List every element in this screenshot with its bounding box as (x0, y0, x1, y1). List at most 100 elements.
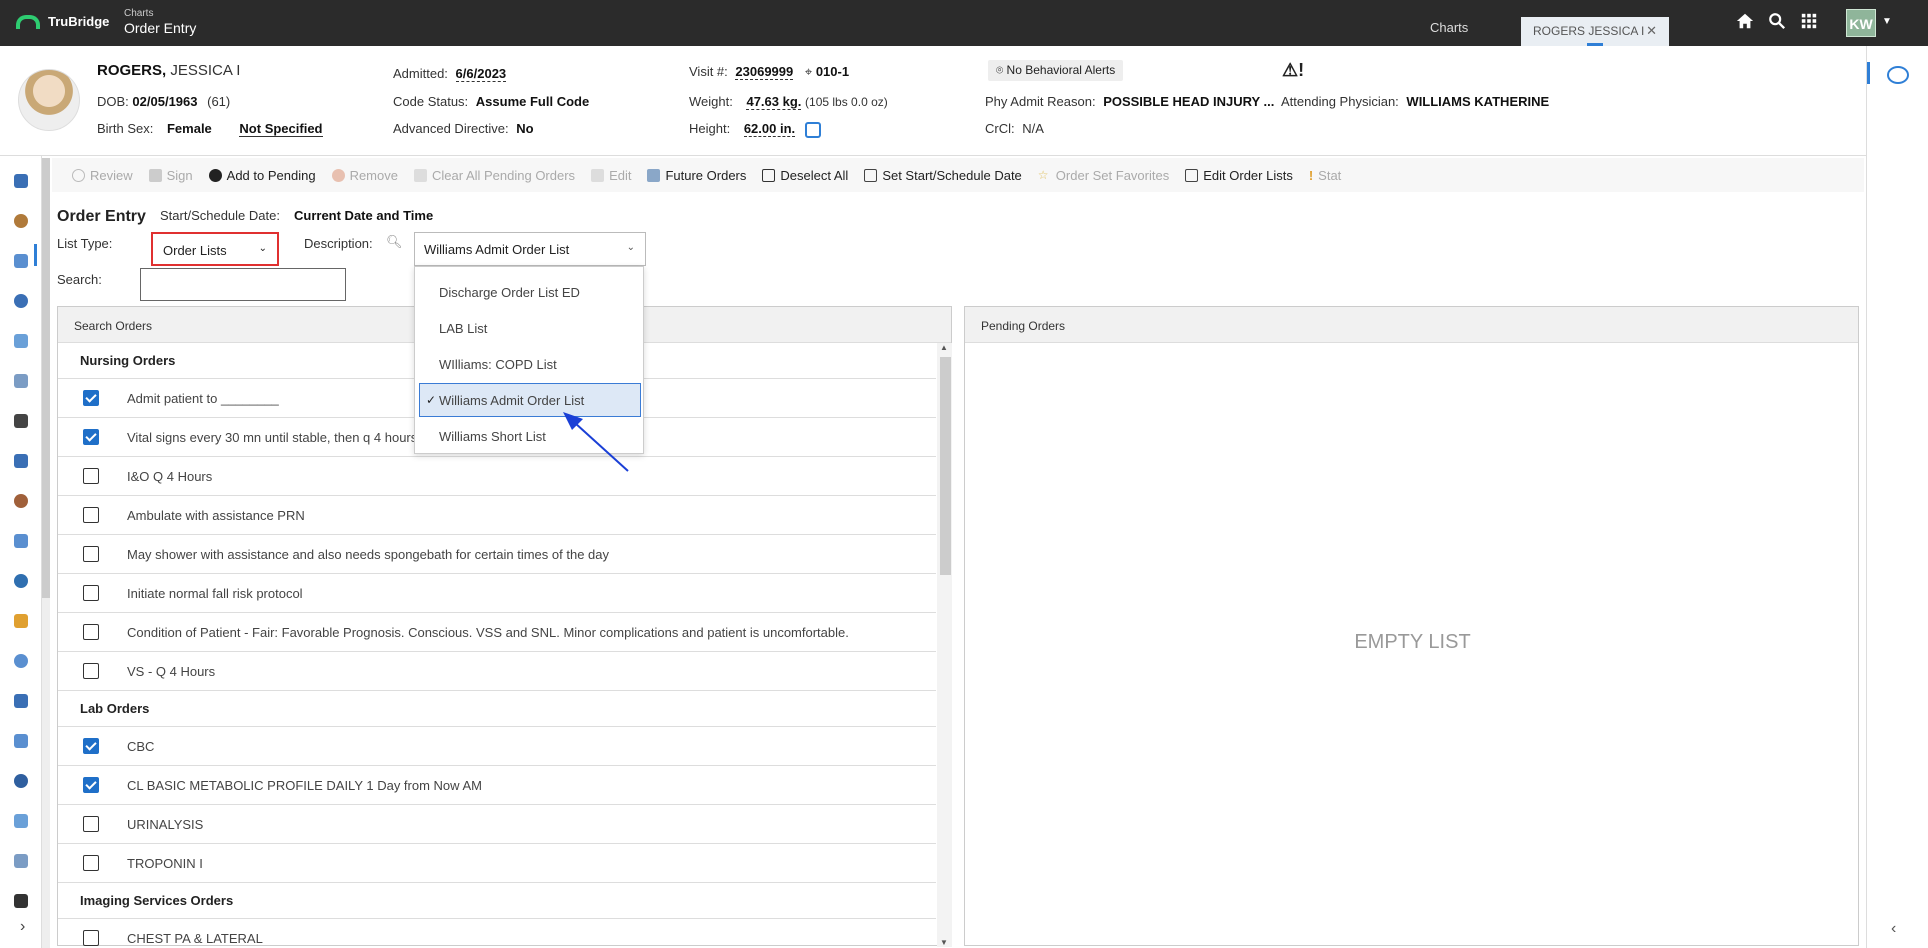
medications-icon[interactable] (14, 294, 28, 308)
collapse-rail-icon[interactable]: ‹ (1891, 920, 1896, 938)
orders-icon[interactable] (14, 254, 28, 268)
order-checkbox[interactable] (83, 468, 99, 484)
notes-icon[interactable] (14, 854, 28, 868)
order-row[interactable]: URINALYSIS (58, 805, 936, 844)
crcl-value: N/A (1022, 121, 1044, 136)
visit-number[interactable]: 23069999 (735, 64, 794, 80)
future-orders-button[interactable]: Future Orders (647, 168, 746, 183)
flask-icon[interactable] (14, 654, 28, 668)
transfer-icon[interactable] (14, 694, 28, 708)
database-icon[interactable] (14, 454, 28, 468)
description-select[interactable]: Williams Admit Order List ⌄ (414, 232, 646, 266)
device-icon[interactable] (14, 414, 28, 428)
order-checkbox[interactable] (83, 738, 99, 754)
scroll-up-icon[interactable]: ▲ (940, 343, 948, 352)
brand-logo[interactable]: TruBridge (16, 14, 109, 29)
order-checkbox[interactable] (83, 855, 99, 871)
breadcrumb-parent[interactable]: Charts (124, 8, 196, 19)
reports-icon[interactable] (14, 734, 28, 748)
order-text: Initiate normal fall risk protocol (127, 585, 303, 601)
order-row[interactable]: CL BASIC METABOLIC PROFILE DAILY 1 Day f… (58, 766, 936, 805)
order-checkbox[interactable] (83, 624, 99, 640)
order-row[interactable]: CBC (58, 727, 936, 766)
nav-scrollbar-thumb[interactable] (42, 158, 50, 598)
chart-summary-icon[interactable] (14, 174, 28, 188)
expand-nav-icon[interactable]: › (20, 918, 25, 936)
user-menu-caret-icon[interactable]: ▼ (1882, 16, 1892, 27)
settings-icon[interactable] (14, 774, 28, 788)
height-value[interactable]: 62.00 in. (743, 121, 796, 137)
edit-button[interactable]: Edit (591, 168, 631, 183)
order-checkbox[interactable] (83, 429, 99, 445)
scale-icon[interactable] (804, 121, 821, 138)
behavioral-alerts-badge[interactable]: ⌾ No Behavioral Alerts (988, 60, 1124, 81)
order-checkbox[interactable] (83, 816, 99, 832)
order-checkbox[interactable] (83, 390, 99, 406)
search-input[interactable] (140, 268, 346, 301)
weight-value[interactable]: 47.63 kg. (746, 94, 802, 110)
orders-scrollbar-thumb[interactable] (940, 357, 951, 575)
order-row[interactable]: I&O Q 4 Hours (58, 457, 936, 496)
user-avatar[interactable]: KW (1846, 9, 1876, 37)
description-search-icon[interactable]: 🔍︎ (386, 234, 403, 250)
misc-icon[interactable] (14, 894, 28, 908)
add-to-pending-button[interactable]: Add to Pending (208, 168, 316, 183)
dropdown-option-label: WIlliams: COPD List (439, 357, 557, 372)
search-icon[interactable] (1768, 12, 1786, 30)
allergy-warning-icon[interactable]: ⚠! (1282, 60, 1304, 81)
tab-patient-label: ROGERS JESSICA I (1533, 24, 1645, 38)
clinical-icon[interactable] (14, 214, 28, 228)
edit-order-lists-button[interactable]: Edit Order Lists (1185, 168, 1293, 183)
dropdown-option[interactable]: WIlliams: COPD List (415, 347, 645, 381)
order-row[interactable]: Initiate normal fall risk protocol (58, 574, 936, 613)
globe-icon[interactable] (14, 574, 28, 588)
results-icon[interactable] (14, 334, 28, 348)
future-orders-icon (647, 168, 661, 182)
history-icon[interactable] (14, 814, 28, 828)
order-set-favorites-button[interactable]: ☆ Order Set Favorites (1038, 168, 1169, 183)
order-checkbox[interactable] (83, 585, 99, 601)
set-start-date-button[interactable]: Set Start/Schedule Date (864, 168, 1022, 183)
care-plan-icon[interactable] (14, 534, 28, 548)
admit-reason-value[interactable]: POSSIBLE HEAD INJURY ... (1103, 94, 1274, 109)
order-checkbox[interactable] (83, 507, 99, 523)
apps-grid-icon[interactable] (1800, 12, 1818, 30)
dropdown-option[interactable]: LAB List (415, 311, 645, 345)
folder-icon[interactable] (14, 614, 28, 628)
sign-button[interactable]: Sign (148, 168, 193, 183)
list-type-select[interactable]: Order Lists ⌄ (151, 232, 279, 266)
order-row[interactable]: CHEST PA & LATERAL (58, 919, 936, 947)
dropdown-option[interactable]: Discharge Order List ED (415, 275, 645, 309)
chat-icon[interactable] (1887, 66, 1909, 84)
tab-charts[interactable]: Charts (1430, 20, 1468, 35)
remove-button[interactable]: Remove (331, 168, 398, 183)
gender-identity-link[interactable]: Not Specified (239, 121, 323, 137)
order-checkbox[interactable] (83, 663, 99, 679)
review-button[interactable]: Review (72, 168, 133, 183)
tab-patient[interactable]: ROGERS JESSICA I ✕ (1521, 17, 1669, 46)
visit-label: Visit #: (689, 64, 728, 79)
documents-icon[interactable] (14, 374, 28, 388)
deselect-all-button[interactable]: Deselect All (762, 168, 848, 183)
home-icon[interactable] (1736, 12, 1754, 30)
close-tab-icon[interactable]: ✕ (1646, 23, 1657, 39)
admitted-value[interactable]: 6/6/2023 (455, 66, 507, 82)
crcl-label: CrCl: (985, 121, 1015, 136)
star-icon: ☆ (1037, 167, 1049, 182)
scroll-down-icon[interactable]: ▼ (940, 938, 948, 947)
order-checkbox[interactable] (83, 930, 99, 946)
stat-button[interactable]: ! Stat (1309, 168, 1341, 183)
order-checkbox[interactable] (83, 777, 99, 793)
patient-name[interactable]: ROGERS, JESSICA I (97, 62, 240, 79)
person-icon[interactable] (14, 494, 28, 508)
order-row[interactable]: Ambulate with assistance PRN (58, 496, 936, 535)
order-row[interactable]: VS - Q 4 Hours (58, 652, 936, 691)
clear-pending-button[interactable]: Clear All Pending Orders (413, 168, 575, 183)
order-row[interactable]: Condition of Patient - Fair: Favorable P… (58, 613, 936, 652)
sex-value: Female (166, 121, 212, 136)
orders-scrollbar[interactable]: ▲ ▼ (937, 343, 952, 947)
order-row[interactable]: TROPONIN I (58, 844, 936, 883)
calendar-icon (864, 168, 878, 182)
order-row[interactable]: May shower with assistance and also need… (58, 535, 936, 574)
order-checkbox[interactable] (83, 546, 99, 562)
